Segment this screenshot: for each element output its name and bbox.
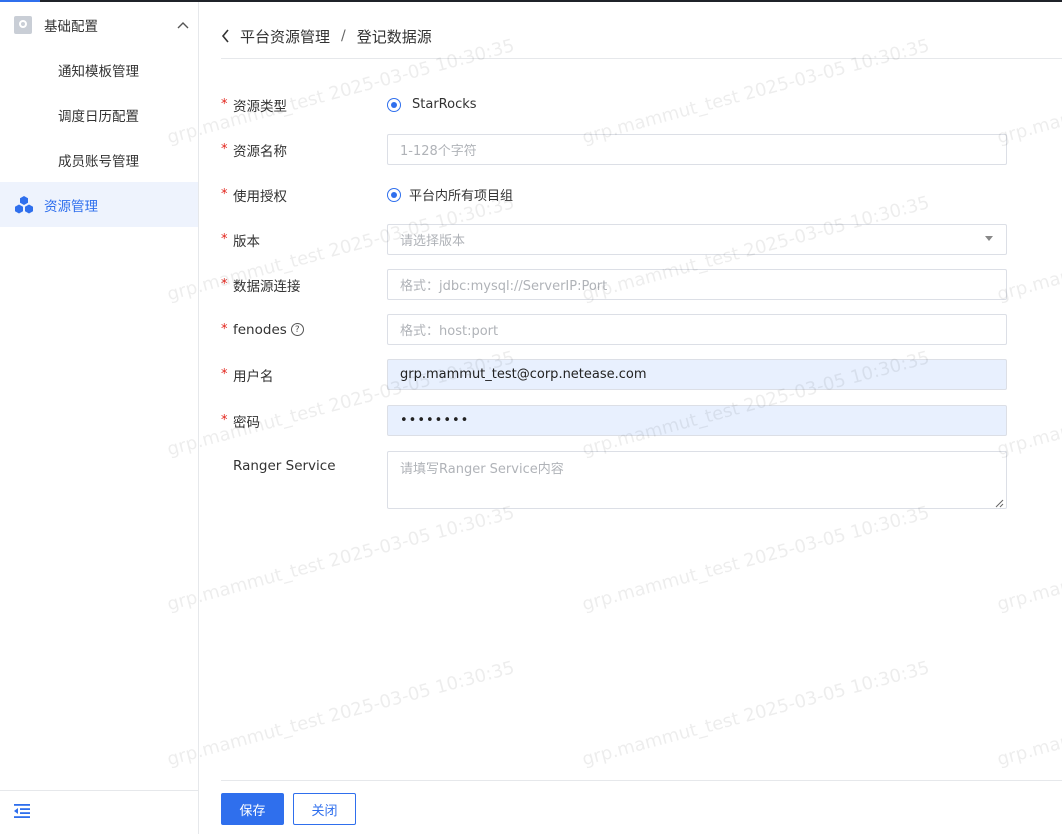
- username-input[interactable]: grp.mammut_test@corp.netease.com: [387, 359, 1007, 390]
- sidebar: 基础配置 通知模板管理 调度日历配置 成员账号管理 资源管理: [0, 2, 199, 834]
- save-button[interactable]: 保存: [221, 793, 284, 825]
- fenodes-field[interactable]: 格式：host:port: [387, 314, 1007, 345]
- radio-all-project-groups[interactable]: 平台内所有项目组: [387, 179, 1007, 210]
- form-row-fenodes: * fenodes ? 格式：host:port: [221, 314, 1062, 345]
- form-row-authorization: * 使用授权 平台内所有项目组: [221, 179, 1062, 210]
- sidebar-footer: [0, 790, 198, 834]
- ranger-service-textarea[interactable]: 请填写Ranger Service内容: [387, 451, 1007, 509]
- sidebar-item-schedule-calendar[interactable]: 调度日历配置: [0, 92, 198, 137]
- sidebar-item-resource-management[interactable]: 资源管理: [0, 182, 198, 227]
- sidebar-group-basic-config[interactable]: 基础配置: [0, 2, 198, 47]
- breadcrumb: 平台资源管理 / 登记数据源: [221, 22, 432, 50]
- form-row-password: * 密码 ••••••••: [221, 405, 1062, 436]
- sidebar-item-label: 调度日历配置: [58, 108, 139, 125]
- sidebar-item-member-accounts[interactable]: 成员账号管理: [0, 137, 198, 182]
- chevron-up-icon[interactable]: [168, 21, 198, 29]
- version-select[interactable]: 请选择版本: [387, 224, 1007, 255]
- close-button[interactable]: 关闭: [293, 793, 356, 825]
- sidebar-item-notify-template[interactable]: 通知模板管理: [0, 47, 198, 92]
- breadcrumb-parent[interactable]: 平台资源管理: [240, 26, 330, 47]
- textarea-placeholder: 请填写Ranger Service内容: [400, 462, 564, 477]
- radio-starrocks[interactable]: StarRocks: [387, 89, 1007, 120]
- required-mark: *: [221, 322, 228, 337]
- collapse-menu-icon[interactable]: [13, 803, 31, 823]
- breadcrumb-separator: /: [341, 28, 346, 44]
- connection-input[interactable]: 格式：jdbc:mysql://ServerIP:Port: [387, 269, 1007, 300]
- field-label: 版本: [233, 233, 260, 250]
- resize-handle-icon[interactable]: [995, 497, 1004, 508]
- required-mark: *: [221, 187, 228, 202]
- form-row-resource-name: * 资源名称 1-128个字符: [221, 134, 1062, 165]
- connection-field[interactable]: 格式：jdbc:mysql://ServerIP:Port: [387, 269, 1007, 300]
- header-divider: [221, 58, 1062, 59]
- required-mark: *: [221, 413, 228, 428]
- sidebar-item-label: 通知模板管理: [58, 63, 139, 80]
- form-row-username: * 用户名 grp.mammut_test@corp.netease.com: [221, 359, 1062, 390]
- field-label: 资源名称: [233, 143, 287, 160]
- field-label: 使用授权: [233, 188, 287, 205]
- required-mark: *: [221, 142, 228, 157]
- required-mark: *: [221, 367, 228, 382]
- footer-divider: [221, 780, 1062, 781]
- form-row-ranger-service: Ranger Service 请填写Ranger Service内容: [221, 450, 1062, 509]
- required-mark: *: [221, 232, 228, 247]
- password-input[interactable]: ••••••••: [387, 405, 1007, 436]
- field-label: 资源类型: [233, 98, 287, 115]
- fenodes-input[interactable]: 格式：host:port: [387, 314, 1007, 345]
- field-label: fenodes: [233, 321, 287, 338]
- caret-down-icon: [985, 236, 993, 241]
- form-row-resource-type: * 资源类型 StarRocks: [221, 89, 1062, 120]
- radio-label: StarRocks: [412, 97, 477, 112]
- field-label: 数据源连接: [233, 278, 301, 295]
- ranger-service-field[interactable]: 请填写Ranger Service内容: [387, 451, 1007, 509]
- resource-name-field[interactable]: 1-128个字符: [387, 134, 1007, 165]
- field-label: Ranger Service: [233, 457, 336, 474]
- sidebar-group-label: 基础配置: [44, 18, 98, 35]
- form-row-connection: * 数据源连接 格式：jdbc:mysql://ServerIP:Port: [221, 269, 1062, 300]
- radio-selected-icon: [387, 187, 401, 202]
- resource-name-input[interactable]: 1-128个字符: [387, 134, 1007, 165]
- resource-cubes-icon: [14, 195, 34, 215]
- password-field[interactable]: ••••••••: [387, 405, 1007, 436]
- back-arrow-icon[interactable]: [221, 29, 230, 43]
- sidebar-item-label: 资源管理: [44, 198, 98, 215]
- username-field[interactable]: grp.mammut_test@corp.netease.com: [387, 359, 1007, 390]
- breadcrumb-current: 登记数据源: [356, 27, 432, 46]
- resource-type-radio-group: StarRocks: [387, 89, 1007, 120]
- required-mark: *: [221, 97, 228, 112]
- sidebar-item-label: 成员账号管理: [58, 153, 139, 170]
- radio-label: 平台内所有项目组: [409, 189, 514, 204]
- form-row-version: * 版本 请选择版本: [221, 224, 1062, 255]
- authorization-radio-group: 平台内所有项目组: [387, 179, 1007, 210]
- required-mark: *: [221, 277, 228, 292]
- settings-box-icon: [14, 15, 32, 34]
- help-question-icon[interactable]: ?: [290, 323, 304, 336]
- radio-selected-icon: [387, 97, 401, 112]
- main-content: 平台资源管理 / 登记数据源 * 资源类型 StarRocks * 资源名称 1…: [199, 2, 1062, 834]
- field-label: 密码: [233, 414, 260, 431]
- version-select-value[interactable]: 请选择版本: [387, 224, 1007, 255]
- field-label: 用户名: [233, 368, 274, 385]
